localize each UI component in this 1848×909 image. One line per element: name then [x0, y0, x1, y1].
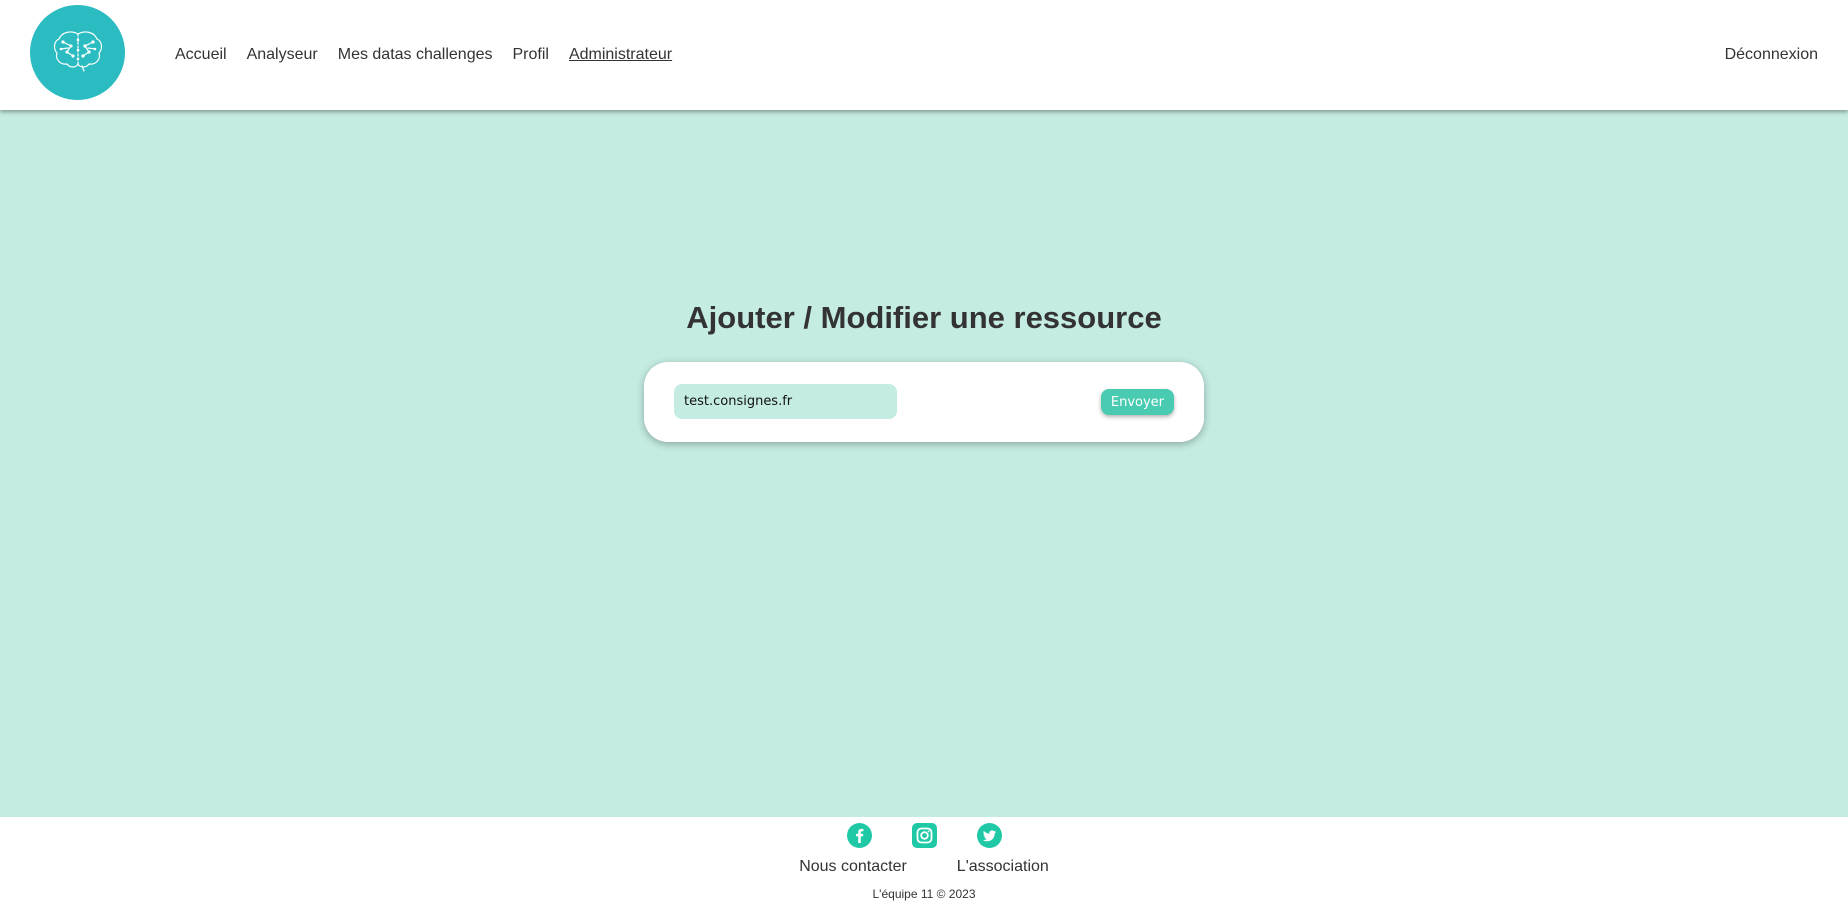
nav-accueil[interactable]: Accueil	[175, 46, 227, 64]
resource-form-card: Envoyer	[644, 362, 1204, 442]
logout-link[interactable]: Déconnexion	[1725, 0, 1818, 110]
resource-url-input[interactable]	[674, 384, 897, 419]
footer: Nous contacter L'association L'équipe 11…	[0, 817, 1848, 909]
association-link[interactable]: L'association	[957, 858, 1049, 876]
nav-administrateur[interactable]: Administrateur	[569, 46, 672, 64]
facebook-icon[interactable]	[846, 823, 872, 848]
submit-button[interactable]: Envoyer	[1100, 389, 1174, 415]
main-content: Ajouter / Modifier une ressource Envoyer	[0, 110, 1848, 817]
social-links	[0, 823, 1848, 848]
contact-link[interactable]: Nous contacter	[799, 858, 907, 876]
twitter-icon[interactable]	[976, 823, 1002, 848]
nav-mes-datas-challenges[interactable]: Mes datas challenges	[338, 46, 493, 64]
top-navbar: Accueil Analyseur Mes datas challenges P…	[0, 0, 1848, 110]
copyright: L'équipe 11 © 2023	[872, 887, 976, 901]
instagram-icon[interactable]	[911, 823, 937, 848]
nav-profil[interactable]: Profil	[513, 46, 549, 64]
nav-analyseur[interactable]: Analyseur	[247, 46, 318, 64]
brain-icon	[51, 28, 105, 77]
footer-links: Nous contacter L'association	[0, 858, 1848, 876]
home-logo[interactable]	[30, 5, 125, 100]
main-nav: Accueil Analyseur Mes datas challenges P…	[175, 0, 672, 110]
page-title: Ajouter / Modifier une ressource	[686, 300, 1162, 335]
